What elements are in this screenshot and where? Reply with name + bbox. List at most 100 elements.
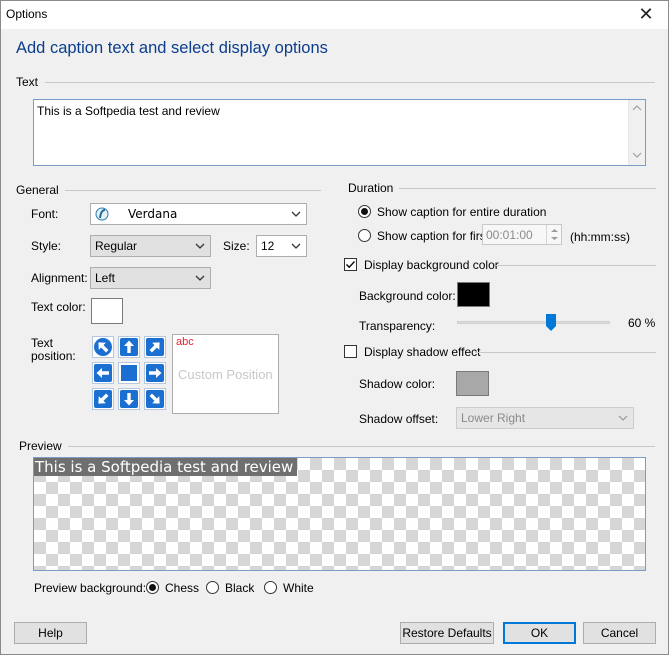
shadow-offset-value: Lower Right <box>461 411 526 425</box>
text-position-center-button[interactable] <box>118 362 140 384</box>
background-divider <box>496 265 656 266</box>
background-color-swatch[interactable] <box>457 282 490 307</box>
options-dialog: Options ✕ Add caption text and select di… <box>0 0 669 655</box>
duration-entire-label[interactable]: Show caption for entire duration <box>377 205 546 219</box>
text-position-label-2: position: <box>31 349 76 363</box>
transparency-value: 60 % <box>628 316 656 330</box>
arrow-right-icon <box>146 364 164 382</box>
font-select[interactable]: Verdana <box>90 203 307 225</box>
text-color-swatch[interactable] <box>91 298 123 324</box>
text-section-divider <box>45 82 655 83</box>
preview-chess-label[interactable]: Chess <box>165 581 199 595</box>
font-type-icon <box>95 207 109 224</box>
size-value: 12 <box>261 239 275 253</box>
general-section-divider <box>59 190 321 191</box>
cancel-button[interactable]: Cancel <box>583 622 656 644</box>
duration-first-label[interactable]: Show caption for first <box>377 229 489 243</box>
window-title: Options <box>6 7 48 21</box>
background-color-label: Background color: <box>359 289 456 303</box>
arrow-up-left-icon <box>94 338 112 356</box>
alignment-select[interactable]: Left <box>90 267 211 289</box>
duration-time-spinner[interactable]: 00:01:00 <box>482 224 562 245</box>
duration-time-value: 00:01:00 <box>486 228 533 242</box>
shadow-color-label: Shadow color: <box>359 377 436 391</box>
general-section-label: General <box>16 183 65 197</box>
preview-black-label[interactable]: Black <box>225 581 254 595</box>
preview-black-radio[interactable] <box>206 581 219 594</box>
shadow-checkbox[interactable] <box>344 345 357 358</box>
text-position-arrow-down-button[interactable] <box>118 388 140 410</box>
preview-section-divider <box>64 446 655 447</box>
scroll-up-icon[interactable] <box>629 104 645 114</box>
restore-defaults-button[interactable]: Restore Defaults <box>400 622 494 644</box>
preview-caption: This is a Softpedia test and review <box>34 458 298 476</box>
text-position-arrow-down-right-button[interactable] <box>144 388 166 410</box>
transparency-label: Transparency: <box>359 319 436 333</box>
shadow-color-swatch[interactable] <box>456 371 489 396</box>
background-checkbox[interactable] <box>344 258 357 271</box>
shadow-offset-select[interactable]: Lower Right <box>456 407 634 429</box>
duration-section-divider <box>394 188 656 189</box>
arrow-down-left-icon <box>94 390 112 408</box>
time-format-hint: (hh:mm:ss) <box>570 230 630 244</box>
preview-white-radio[interactable] <box>264 581 277 594</box>
background-checkbox-label[interactable]: Display background color <box>364 258 499 272</box>
custom-position-label: Custom Position <box>178 367 273 382</box>
style-select[interactable]: Regular <box>90 235 211 257</box>
textarea-scrollbar[interactable] <box>628 100 645 165</box>
text-section-label: Text <box>16 75 45 89</box>
custom-position-sample: abc <box>176 336 194 348</box>
font-value: Verdana <box>128 207 178 221</box>
preview-chess-radio[interactable] <box>146 581 159 594</box>
scroll-down-icon[interactable] <box>629 151 645 161</box>
title-bar: Options ✕ <box>1 1 668 29</box>
style-value: Regular <box>95 239 138 253</box>
preview-background-label: Preview background: <box>34 581 147 595</box>
shadow-divider <box>475 352 656 353</box>
arrow-up-right-icon <box>146 338 164 356</box>
shadow-checkbox-label[interactable]: Display shadow effect <box>364 345 481 359</box>
text-color-label: Text color: <box>31 300 86 314</box>
size-select[interactable]: 12 <box>256 235 307 257</box>
preview-white-label[interactable]: White <box>283 581 314 595</box>
chevron-down-icon <box>290 206 302 222</box>
arrow-down-right-icon <box>146 390 164 408</box>
chevron-down-icon <box>290 238 302 254</box>
preview-section-label: Preview <box>19 439 68 453</box>
caption-text-value: This is a Softpedia test and review <box>37 104 220 118</box>
chevron-down-icon <box>617 410 629 426</box>
shadow-offset-label: Shadow offset: <box>359 412 439 426</box>
dialog-heading: Add caption text and select display opti… <box>16 39 328 57</box>
alignment-value: Left <box>95 271 116 285</box>
text-position-arrow-right-button[interactable] <box>144 362 166 384</box>
chevron-down-icon <box>194 270 206 286</box>
duration-section-label: Duration <box>348 181 400 195</box>
close-icon[interactable]: ✕ <box>636 3 656 25</box>
text-position-arrow-up-left-button[interactable] <box>92 336 114 358</box>
transparency-slider-thumb[interactable] <box>546 314 556 331</box>
chevron-down-icon <box>194 238 206 254</box>
alignment-label: Alignment: <box>31 271 88 285</box>
text-position-label: Text <box>31 336 54 350</box>
duration-entire-radio[interactable] <box>358 205 371 218</box>
ok-button[interactable]: OK <box>503 622 576 644</box>
text-position-arrow-left-button[interactable] <box>92 362 114 384</box>
duration-first-radio[interactable] <box>358 229 371 242</box>
caption-text-input[interactable]: This is a Softpedia test and review <box>33 99 646 166</box>
help-button[interactable]: Help <box>14 622 87 644</box>
text-position-arrow-up-button[interactable] <box>118 336 140 358</box>
text-position-arrow-down-left-button[interactable] <box>92 388 114 410</box>
arrow-up-icon <box>120 338 138 356</box>
text-position-arrow-up-right-button[interactable] <box>144 336 166 358</box>
center-icon <box>121 365 137 381</box>
transparency-slider-track[interactable] <box>457 321 610 324</box>
font-label: Font: <box>31 207 59 221</box>
preview-area: This is a Softpedia test and review <box>33 457 646 571</box>
spinner-buttons[interactable] <box>546 225 561 244</box>
style-label: Style: <box>31 239 62 253</box>
arrow-down-icon <box>120 390 138 408</box>
arrow-left-icon <box>94 364 112 382</box>
size-label: Size: <box>223 239 250 253</box>
custom-position-box[interactable]: abc Custom Position <box>172 334 279 414</box>
checkmark-icon <box>345 260 356 269</box>
